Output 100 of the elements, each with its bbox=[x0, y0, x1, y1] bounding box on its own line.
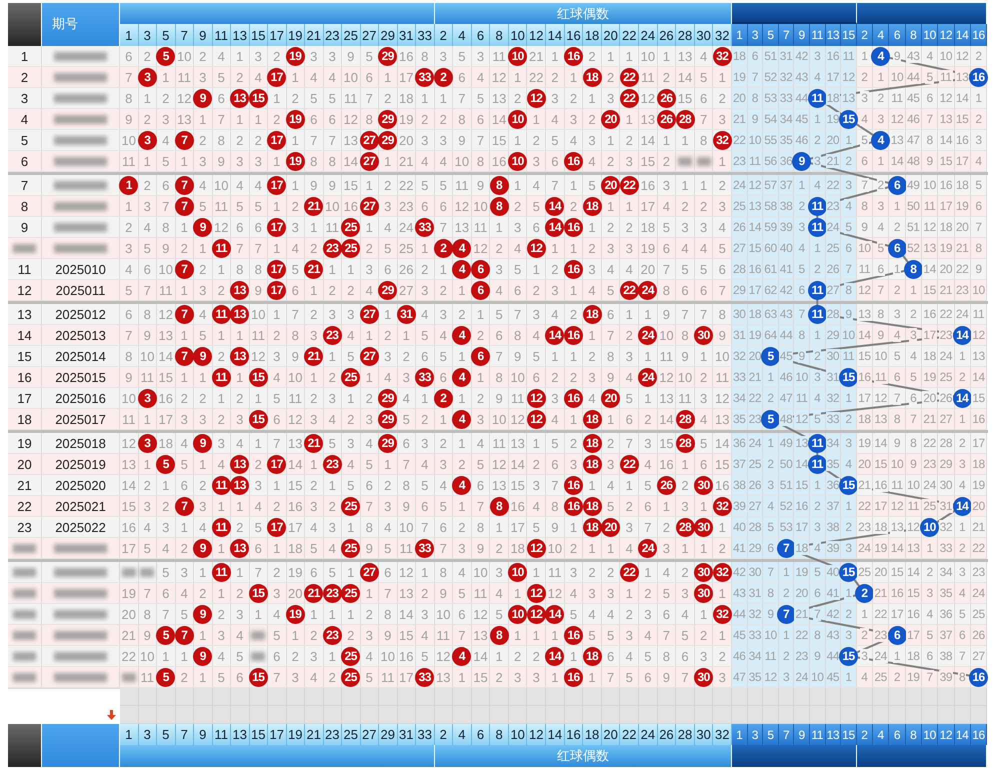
hit-ball: 11 bbox=[212, 476, 231, 494]
table-cell: 10 bbox=[120, 388, 138, 409]
issue-number: 2025010 bbox=[42, 259, 120, 280]
arrow-down-icon[interactable] bbox=[107, 710, 116, 720]
column-header: 3 bbox=[138, 724, 157, 745]
column-header: 26 bbox=[658, 724, 676, 745]
table-cell: 1 bbox=[434, 409, 454, 430]
column-header: 2 bbox=[434, 24, 454, 46]
table-cell: 24 bbox=[938, 346, 955, 367]
table-cell: 1 bbox=[231, 367, 250, 388]
table-cell: 4 bbox=[922, 604, 938, 625]
table-cell: 3 bbox=[954, 562, 971, 583]
table-cell: 4 bbox=[620, 646, 640, 667]
table-cell: 2 bbox=[379, 475, 398, 496]
table-cell: 2 bbox=[398, 346, 416, 367]
table-cell: 3 bbox=[970, 130, 988, 151]
table-cell: 1 bbox=[286, 625, 305, 646]
table-cell: 3 bbox=[379, 496, 398, 517]
table-cell: 10 bbox=[889, 67, 906, 88]
table-cell: 3 bbox=[856, 88, 874, 109]
table-cell: 5 bbox=[434, 346, 454, 367]
hit-ball: 21 bbox=[304, 434, 324, 452]
table-cell: 24 bbox=[748, 433, 764, 454]
table-cell: 14 bbox=[906, 562, 922, 583]
table-cell: 27 bbox=[398, 280, 416, 301]
table-cell: 2 bbox=[564, 196, 584, 217]
table-cell: 2 bbox=[583, 562, 602, 583]
table-cell: 3 bbox=[324, 388, 342, 409]
hit-ball: 21 bbox=[304, 584, 324, 602]
hit-ball: 10 bbox=[920, 518, 940, 536]
table-cell: 3 bbox=[157, 517, 176, 538]
table-cell: 11 bbox=[138, 367, 157, 388]
table-cell: 1 bbox=[841, 583, 857, 604]
table-cell: 5 bbox=[360, 454, 379, 475]
table-cell: 22 bbox=[970, 538, 988, 559]
table-cell: 4 bbox=[694, 238, 714, 259]
table-cell: 4 bbox=[954, 475, 971, 496]
table-cell: 2 bbox=[954, 367, 971, 388]
table-cell: 3 bbox=[176, 409, 194, 430]
column-header: 7 bbox=[176, 24, 194, 46]
table-cell: 1 bbox=[157, 646, 176, 667]
issue-number: 2025019 bbox=[42, 454, 120, 475]
column-header: 22 bbox=[620, 724, 640, 745]
table-cell: 6 bbox=[620, 409, 640, 430]
table-cell: 7 bbox=[873, 280, 890, 301]
column-header: 17 bbox=[268, 24, 286, 46]
table-cell: 6 bbox=[305, 109, 324, 130]
table-cell: 3 bbox=[194, 409, 212, 430]
table-cell: 18 bbox=[954, 175, 971, 196]
table-cell: 18 bbox=[922, 346, 938, 367]
table-cell: 3 bbox=[194, 67, 212, 88]
table-cell: 26 bbox=[826, 259, 842, 280]
table-cell: 1 bbox=[212, 496, 231, 517]
table-cell: 1 bbox=[324, 346, 342, 367]
table-cell: 4 bbox=[676, 238, 695, 259]
table-cell: 8 bbox=[138, 604, 157, 625]
table-cell: 49 bbox=[906, 175, 922, 196]
table-cell: 7 bbox=[954, 646, 971, 667]
table-cell: 2 bbox=[794, 196, 810, 217]
table-cell: 7 bbox=[360, 88, 379, 109]
table-cell: 6 bbox=[453, 67, 472, 88]
table-cell: 5 bbox=[676, 625, 695, 646]
table-cell: 15 bbox=[639, 151, 658, 172]
table-cell: 27 bbox=[732, 238, 748, 259]
table-cell: 13 bbox=[970, 346, 988, 367]
table-cell: 2 bbox=[889, 667, 906, 688]
table-cell: 5 bbox=[138, 538, 157, 559]
table-cell: 33 bbox=[748, 625, 764, 646]
table-cell: 2 bbox=[305, 625, 324, 646]
table-cell: 3 bbox=[194, 151, 212, 172]
table-cell: 1 bbox=[841, 667, 857, 688]
table-cell: 2 bbox=[527, 280, 546, 301]
table-cell: 2 bbox=[379, 88, 398, 109]
column-header: 29 bbox=[379, 24, 398, 46]
table-cell: 1 bbox=[564, 175, 584, 196]
hit-ball: 15 bbox=[838, 110, 858, 128]
table-cell: 15 bbox=[342, 175, 360, 196]
table-cell: 8 bbox=[453, 109, 472, 130]
hit-ball: 15 bbox=[838, 476, 858, 494]
table-cell: 8 bbox=[694, 130, 714, 151]
table-cell: 9 bbox=[546, 517, 565, 538]
table-cell: 9 bbox=[138, 625, 157, 646]
table-cell: 2 bbox=[564, 367, 584, 388]
column-header: 24 bbox=[639, 724, 658, 745]
table-cell: 12 bbox=[938, 88, 955, 109]
table-cell: 8 bbox=[763, 583, 779, 604]
issue-number: 2025020 bbox=[42, 475, 120, 496]
table-cell: 18 bbox=[873, 517, 890, 538]
column-header: 11 bbox=[212, 724, 231, 745]
table-cell: 4 bbox=[324, 67, 342, 88]
table-cell: 12 bbox=[922, 217, 938, 238]
table-cell: 2 bbox=[231, 517, 250, 538]
table-cell: 14 bbox=[873, 433, 890, 454]
hit-ball: 33 bbox=[415, 538, 434, 558]
table-cell: 10 bbox=[508, 367, 528, 388]
table-cell: 27 bbox=[938, 409, 955, 430]
table-cell: 41 bbox=[732, 538, 748, 559]
table-cell: 8 bbox=[922, 130, 938, 151]
table-cell: 3 bbox=[602, 238, 620, 259]
hit-ball: 30 bbox=[694, 562, 714, 582]
